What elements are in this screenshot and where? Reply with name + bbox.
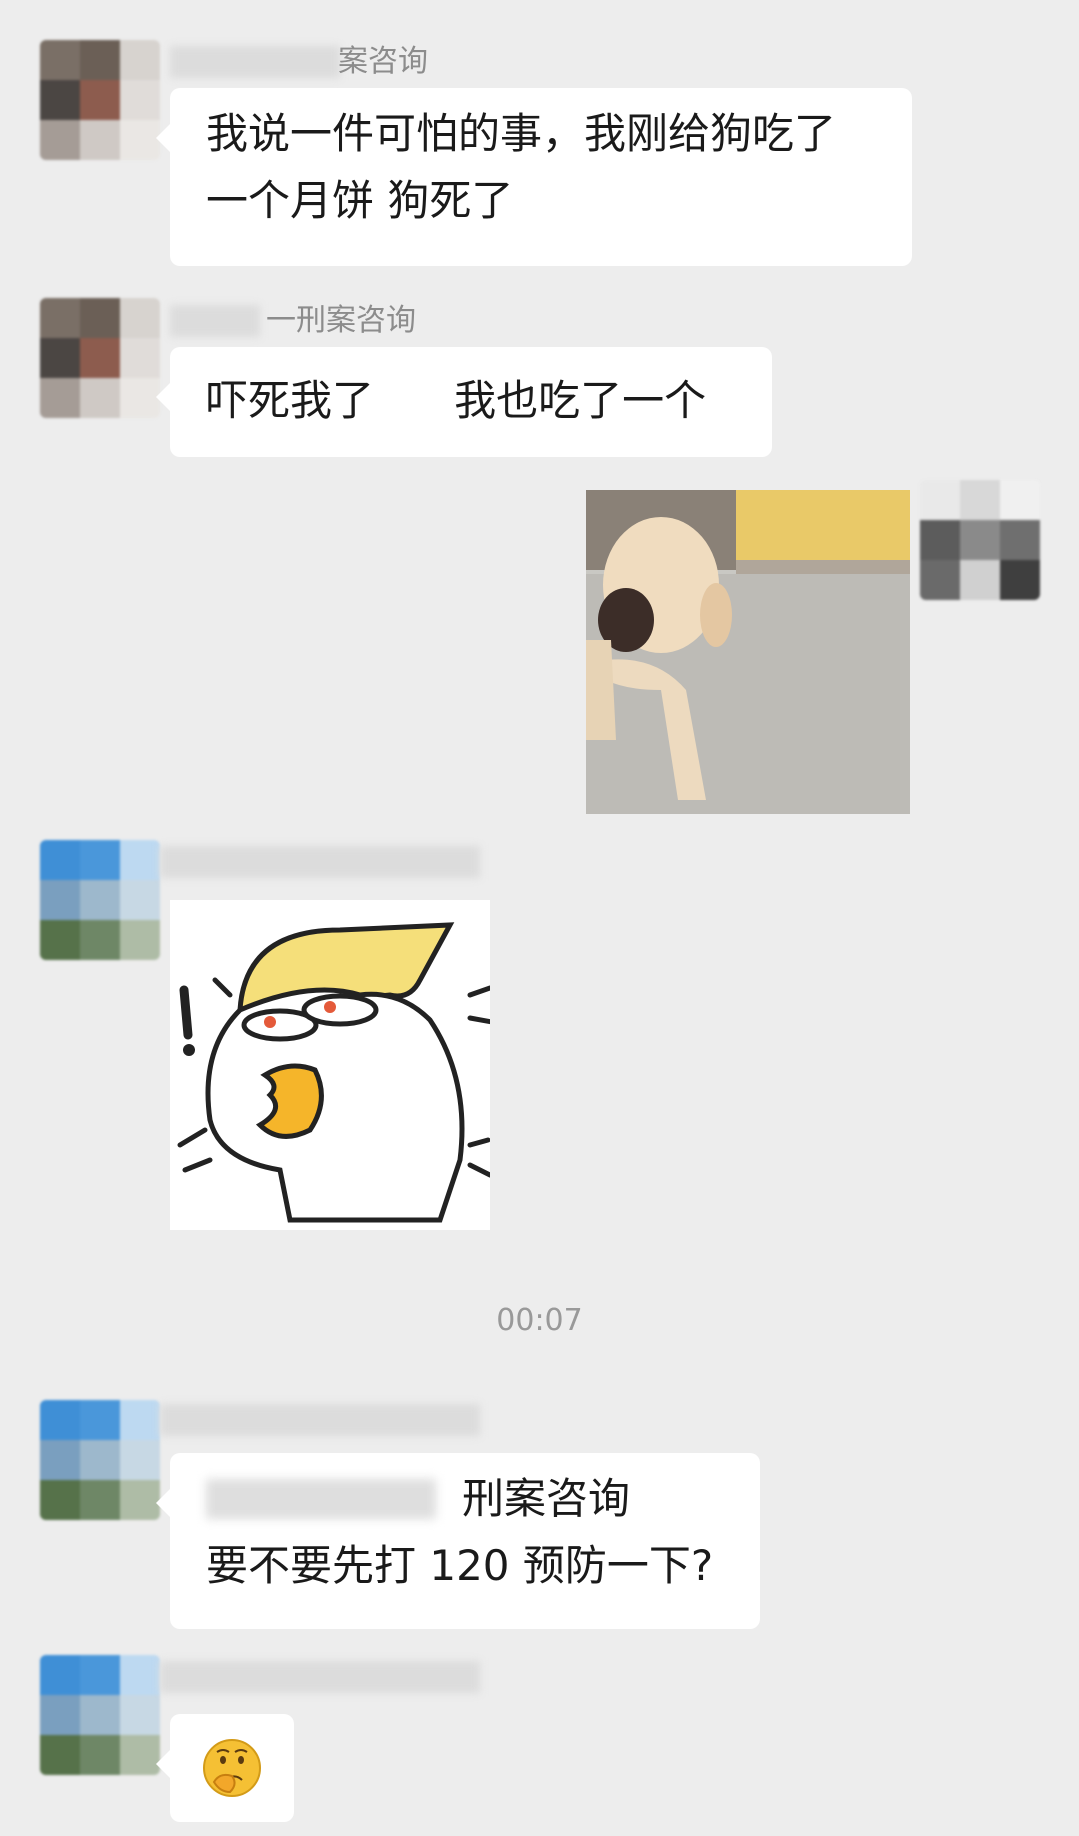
puppy-photo-icon[interactable] (586, 490, 910, 814)
sender-name (160, 1655, 490, 1699)
message-text: 吓死我了 我也吃了一个 (206, 376, 707, 425)
timestamp: 00:07 (496, 1303, 583, 1338)
thinking-face-emoji-icon (202, 1738, 262, 1798)
avatar[interactable] (40, 1655, 160, 1775)
sender-name: 一刑案咨询 (170, 299, 470, 343)
sender-name (160, 1398, 490, 1442)
message-text: 一个月饼 狗死了 (206, 176, 514, 225)
avatar[interactable] (40, 1400, 160, 1520)
avatar[interactable] (40, 298, 160, 418)
message-text: 刑案咨询 (462, 1474, 631, 1523)
avatar[interactable] (40, 840, 160, 960)
cartoon-eating-mooncake-sticker-icon[interactable] (170, 900, 495, 1230)
message-bubble[interactable] (156, 1714, 294, 1822)
sender-name: 案咨询 (170, 40, 470, 84)
message-bubble[interactable]: 刑案咨询 要不要先打 120 预防一下? (156, 1453, 760, 1629)
avatar-self[interactable] (920, 480, 1040, 600)
avatar[interactable] (40, 40, 160, 160)
message-bubble[interactable]: 我说一件可怕的事，我刚给狗吃了 一个月饼 狗死了 (156, 88, 912, 266)
sender-name (160, 840, 490, 884)
message-bubble[interactable]: 吓死我了 我也吃了一个 (156, 347, 772, 457)
message-text: 要不要先打 120 预防一下? (206, 1541, 714, 1590)
message-text: 我说一件可怕的事，我刚给狗吃了 (206, 109, 837, 158)
